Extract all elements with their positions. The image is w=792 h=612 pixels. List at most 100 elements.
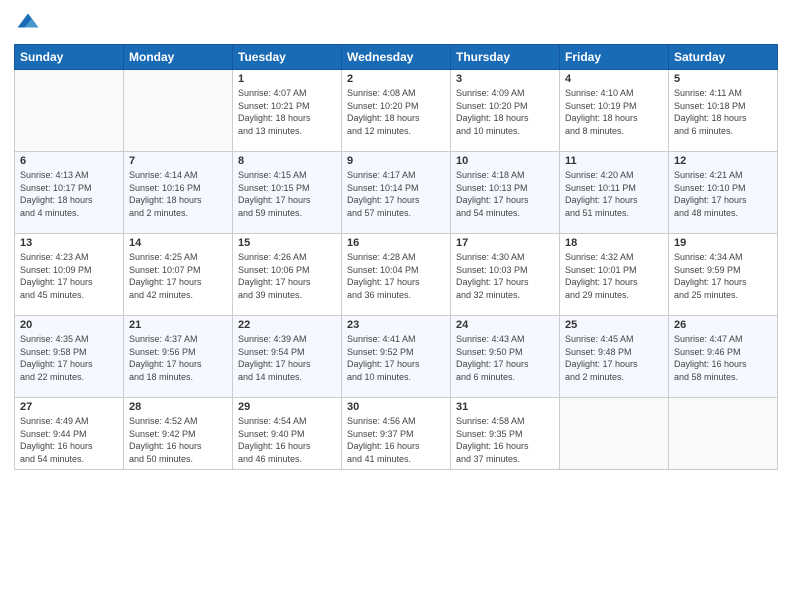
day-number: 11 xyxy=(565,155,663,167)
calendar-day-cell: 1 Sunrise: 4:07 AM Sunset: 10:21 PM Dayli… xyxy=(233,70,342,152)
calendar-week-row: 27 Sunrise: 4:49 AM Sunset: 9:44 PM Dayli… xyxy=(15,398,778,470)
calendar-day-cell: 13 Sunrise: 4:23 AM Sunset: 10:09 PM Dayl… xyxy=(15,234,124,316)
day-number: 2 xyxy=(347,73,445,85)
day-number: 1 xyxy=(238,73,336,85)
day-info: Sunrise: 4:10 AM Sunset: 10:19 PM Daylig… xyxy=(565,87,663,137)
day-number: 21 xyxy=(129,319,227,331)
calendar-day-cell: 17Sunrise: 4:30 AM Sunset: 10:03 PM Dayl… xyxy=(451,234,560,316)
day-info: Sunrise: 4:15 AM Sunset: 10:15 PM Daylig… xyxy=(238,169,336,219)
calendar-day-cell: 5Sunrise: 4:11 AM Sunset: 10:18 PM Dayli… xyxy=(669,70,778,152)
day-info: Sunrise: 4:56 AM Sunset: 9:37 PM Dayligh… xyxy=(347,415,445,465)
day-number: 27 xyxy=(20,401,118,413)
calendar-day-cell: 22 Sunrise: 4:39 AM Sunset: 9:54 PM Dayli… xyxy=(233,316,342,398)
calendar-day-cell: 20Sunrise: 4:35 AM Sunset: 9:58 PM Dayli… xyxy=(15,316,124,398)
day-info: Sunrise: 4:07 AM Sunset: 10:21 PM Daylig… xyxy=(238,87,336,137)
calendar-week-row: 20Sunrise: 4:35 AM Sunset: 9:58 PM Dayli… xyxy=(15,316,778,398)
calendar-day-cell xyxy=(124,70,233,152)
day-info: Sunrise: 4:54 AM Sunset: 9:40 PM Dayligh… xyxy=(238,415,336,465)
day-number: 8 xyxy=(238,155,336,167)
day-info: Sunrise: 4:37 AM Sunset: 9:56 PM Dayligh… xyxy=(129,333,227,383)
calendar-week-row: 13 Sunrise: 4:23 AM Sunset: 10:09 PM Dayl… xyxy=(15,234,778,316)
day-number: 22 xyxy=(238,319,336,331)
weekday-header-sunday: Sunday xyxy=(15,45,124,70)
calendar-day-cell: 25Sunrise: 4:45 AM Sunset: 9:48 PM Dayli… xyxy=(560,316,669,398)
day-info: Sunrise: 4:09 AM Sunset: 10:20 PM Daylig… xyxy=(456,87,554,137)
calendar-week-row: 6Sunrise: 4:13 AM Sunset: 10:17 PM Dayli… xyxy=(15,152,778,234)
calendar-day-cell: 23 Sunrise: 4:41 AM Sunset: 9:52 PM Dayli… xyxy=(342,316,451,398)
day-number: 31 xyxy=(456,401,554,413)
calendar-table: SundayMondayTuesdayWednesdayThursdayFrid… xyxy=(14,44,778,470)
day-number: 16 xyxy=(347,237,445,249)
calendar-day-cell xyxy=(560,398,669,470)
calendar-day-cell: 31 Sunrise: 4:58 AM Sunset: 9:35 PM Dayli… xyxy=(451,398,560,470)
day-info: Sunrise: 4:26 AM Sunset: 10:06 PM Daylig… xyxy=(238,251,336,301)
day-info: Sunrise: 4:39 AM Sunset: 9:54 PM Dayligh… xyxy=(238,333,336,383)
logo xyxy=(14,10,46,38)
day-number: 12 xyxy=(674,155,772,167)
calendar-day-cell xyxy=(15,70,124,152)
day-info: Sunrise: 4:14 AM Sunset: 10:16 PM Daylig… xyxy=(129,169,227,219)
calendar-day-cell: 8 Sunrise: 4:15 AM Sunset: 10:15 PM Dayli… xyxy=(233,152,342,234)
day-info: Sunrise: 4:35 AM Sunset: 9:58 PM Dayligh… xyxy=(20,333,118,383)
day-number: 13 xyxy=(20,237,118,249)
day-info: Sunrise: 4:32 AM Sunset: 10:01 PM Daylig… xyxy=(565,251,663,301)
calendar-day-cell: 2 Sunrise: 4:08 AM Sunset: 10:20 PM Dayli… xyxy=(342,70,451,152)
day-info: Sunrise: 4:25 AM Sunset: 10:07 PM Daylig… xyxy=(129,251,227,301)
calendar-day-cell: 24 Sunrise: 4:43 AM Sunset: 9:50 PM Dayli… xyxy=(451,316,560,398)
weekday-header-thursday: Thursday xyxy=(451,45,560,70)
day-info: Sunrise: 4:20 AM Sunset: 10:11 PM Daylig… xyxy=(565,169,663,219)
day-number: 18 xyxy=(565,237,663,249)
day-info: Sunrise: 4:17 AM Sunset: 10:14 PM Daylig… xyxy=(347,169,445,219)
calendar-week-row: 1 Sunrise: 4:07 AM Sunset: 10:21 PM Dayli… xyxy=(15,70,778,152)
calendar-day-cell: 28 Sunrise: 4:52 AM Sunset: 9:42 PM Dayli… xyxy=(124,398,233,470)
calendar-day-cell: 30 Sunrise: 4:56 AM Sunset: 9:37 PM Dayli… xyxy=(342,398,451,470)
day-number: 3 xyxy=(456,73,554,85)
day-info: Sunrise: 4:28 AM Sunset: 10:04 PM Daylig… xyxy=(347,251,445,301)
day-number: 24 xyxy=(456,319,554,331)
calendar-day-cell xyxy=(669,398,778,470)
day-number: 26 xyxy=(674,319,772,331)
calendar-day-cell: 11 Sunrise: 4:20 AM Sunset: 10:11 PM Dayl… xyxy=(560,152,669,234)
day-info: Sunrise: 4:21 AM Sunset: 10:10 PM Daylig… xyxy=(674,169,772,219)
calendar-day-cell: 19 Sunrise: 4:34 AM Sunset: 9:59 PM Dayli… xyxy=(669,234,778,316)
day-number: 14 xyxy=(129,237,227,249)
day-info: Sunrise: 4:43 AM Sunset: 9:50 PM Dayligh… xyxy=(456,333,554,383)
calendar-day-cell: 27 Sunrise: 4:49 AM Sunset: 9:44 PM Dayli… xyxy=(15,398,124,470)
logo-icon xyxy=(14,10,42,38)
day-info: Sunrise: 4:18 AM Sunset: 10:13 PM Daylig… xyxy=(456,169,554,219)
calendar-day-cell: 21 Sunrise: 4:37 AM Sunset: 9:56 PM Dayli… xyxy=(124,316,233,398)
day-info: Sunrise: 4:49 AM Sunset: 9:44 PM Dayligh… xyxy=(20,415,118,465)
day-number: 10 xyxy=(456,155,554,167)
calendar-day-cell: 18 Sunrise: 4:32 AM Sunset: 10:01 PM Dayl… xyxy=(560,234,669,316)
calendar-day-cell: 9Sunrise: 4:17 AM Sunset: 10:14 PM Dayli… xyxy=(342,152,451,234)
calendar-day-cell: 3 Sunrise: 4:09 AM Sunset: 10:20 PM Dayli… xyxy=(451,70,560,152)
day-info: Sunrise: 4:13 AM Sunset: 10:17 PM Daylig… xyxy=(20,169,118,219)
calendar-day-cell: 12 Sunrise: 4:21 AM Sunset: 10:10 PM Dayl… xyxy=(669,152,778,234)
day-number: 4 xyxy=(565,73,663,85)
day-number: 30 xyxy=(347,401,445,413)
day-info: Sunrise: 4:08 AM Sunset: 10:20 PM Daylig… xyxy=(347,87,445,137)
calendar-day-cell: 15Sunrise: 4:26 AM Sunset: 10:06 PM Dayl… xyxy=(233,234,342,316)
weekday-header-tuesday: Tuesday xyxy=(233,45,342,70)
day-number: 28 xyxy=(129,401,227,413)
calendar-day-cell: 6Sunrise: 4:13 AM Sunset: 10:17 PM Dayli… xyxy=(15,152,124,234)
day-number: 23 xyxy=(347,319,445,331)
weekday-header-saturday: Saturday xyxy=(669,45,778,70)
day-info: Sunrise: 4:41 AM Sunset: 9:52 PM Dayligh… xyxy=(347,333,445,383)
day-info: Sunrise: 4:45 AM Sunset: 9:48 PM Dayligh… xyxy=(565,333,663,383)
weekday-header-wednesday: Wednesday xyxy=(342,45,451,70)
calendar-day-cell: 10 Sunrise: 4:18 AM Sunset: 10:13 PM Dayl… xyxy=(451,152,560,234)
calendar-day-cell: 14 Sunrise: 4:25 AM Sunset: 10:07 PM Dayl… xyxy=(124,234,233,316)
day-info: Sunrise: 4:58 AM Sunset: 9:35 PM Dayligh… xyxy=(456,415,554,465)
day-number: 19 xyxy=(674,237,772,249)
day-info: Sunrise: 4:11 AM Sunset: 10:18 PM Daylig… xyxy=(674,87,772,137)
header xyxy=(14,10,778,38)
day-number: 29 xyxy=(238,401,336,413)
weekday-header-friday: Friday xyxy=(560,45,669,70)
page: SundayMondayTuesdayWednesdayThursdayFrid… xyxy=(0,0,792,612)
day-info: Sunrise: 4:23 AM Sunset: 10:09 PM Daylig… xyxy=(20,251,118,301)
day-info: Sunrise: 4:34 AM Sunset: 9:59 PM Dayligh… xyxy=(674,251,772,301)
weekday-header-row: SundayMondayTuesdayWednesdayThursdayFrid… xyxy=(15,45,778,70)
day-info: Sunrise: 4:47 AM Sunset: 9:46 PM Dayligh… xyxy=(674,333,772,383)
day-info: Sunrise: 4:52 AM Sunset: 9:42 PM Dayligh… xyxy=(129,415,227,465)
